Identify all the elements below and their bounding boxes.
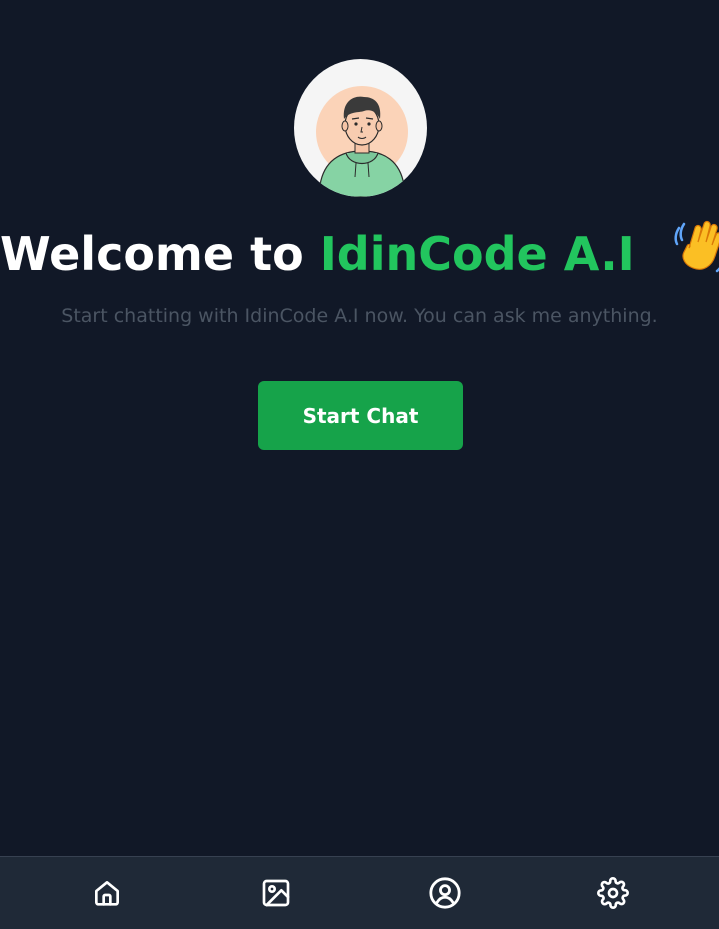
welcome-screen: Welcome to IdinCode A.I 👋 Start chatting… — [0, 0, 719, 929]
nav-home[interactable] — [77, 857, 137, 929]
home-icon — [95, 881, 119, 906]
brand-name: IdinCode A.I — [319, 227, 635, 281]
wave-emoji: 👋 — [673, 218, 719, 289]
start-chat-button[interactable]: Start Chat — [258, 381, 463, 450]
nav-images[interactable] — [246, 857, 306, 929]
welcome-prefix: Welcome to — [0, 227, 304, 281]
user-circle-icon — [429, 877, 461, 909]
bottom-nav — [0, 856, 719, 929]
nav-profile[interactable] — [415, 857, 475, 929]
settings-icon — [597, 877, 629, 909]
nav-settings[interactable] — [583, 857, 643, 929]
waving-hand-icon — [674, 220, 719, 273]
welcome-subtitle: Start chatting with IdinCode A.I now. Yo… — [61, 305, 658, 327]
welcome-heading: Welcome to IdinCode A.I 👋 — [0, 218, 719, 289]
avatar — [294, 59, 427, 197]
image-icon — [262, 879, 290, 907]
